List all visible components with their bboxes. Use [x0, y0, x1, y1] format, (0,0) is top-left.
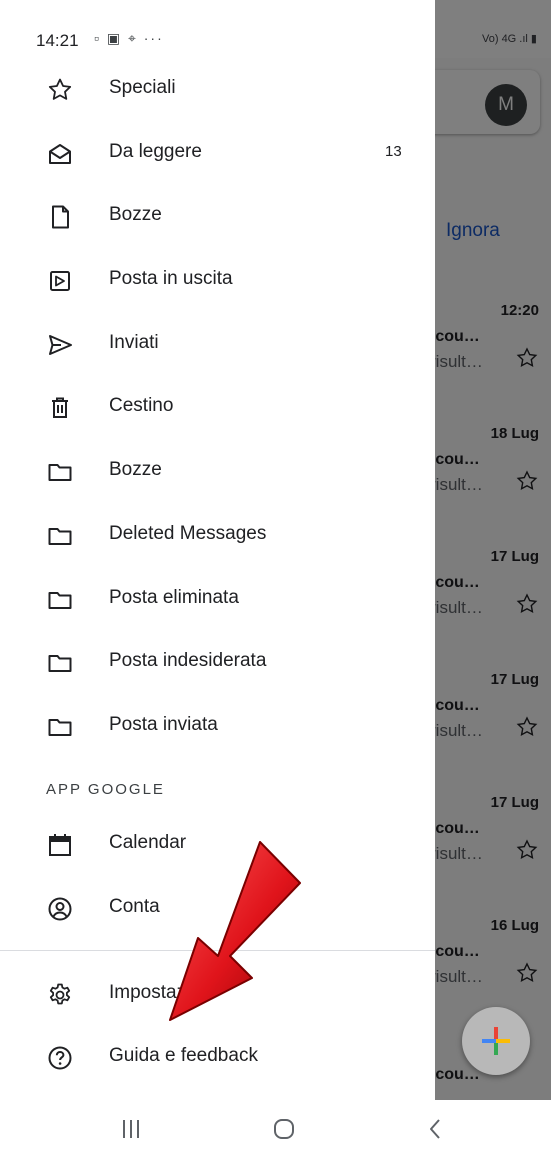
drawer-item-bozze[interactable]: Bozze: [0, 189, 435, 245]
drawer-item-label: Posta indesiderata: [109, 650, 267, 671]
contacts-icon: [46, 895, 74, 923]
red-arrow-icon: [169, 841, 301, 1021]
drawer-item-speciali[interactable]: Speciali: [0, 62, 435, 118]
calendar-icon: [46, 831, 74, 859]
drawer-item-inviati[interactable]: Inviati: [0, 317, 435, 373]
mail-open-icon: [46, 140, 74, 168]
signal-battery-icons: Vo) 4G .ıl ▮: [482, 33, 537, 45]
star-icon: [46, 76, 74, 104]
drawer-item-label: Inviati: [109, 332, 159, 353]
drawer-item-deleted-messages[interactable]: Deleted Messages: [0, 508, 435, 564]
notification-icons: ▫ ▣ ⌖ ···: [94, 30, 164, 46]
folder-icon: [46, 713, 74, 741]
drawer-item-label: Guida e feedback: [109, 1045, 258, 1066]
drawer-item-label: Posta in uscita: [109, 268, 233, 289]
unread-count: 13: [385, 143, 402, 160]
drawer-item-folder-bozze[interactable]: Bozze: [0, 444, 435, 500]
status-time: 14:21: [36, 31, 79, 50]
drawer-item-label: Posta eliminata: [109, 587, 239, 608]
send-icon: [46, 331, 74, 359]
drawer-item-posta-in-uscita[interactable]: Posta in uscita: [0, 253, 435, 309]
settings-icon: [46, 981, 74, 1009]
section-header-app-google: APP GOOGLE: [46, 781, 165, 798]
file-icon: [46, 203, 74, 231]
drawer-item-label: Conta: [109, 896, 160, 917]
trash-icon: [46, 394, 74, 422]
help-icon: [46, 1044, 74, 1072]
outbox-icon: [46, 267, 74, 295]
folder-icon: [46, 522, 74, 550]
drawer-item-label: Bozze: [109, 459, 162, 480]
drawer-item-label: Bozze: [109, 204, 162, 225]
drawer-item-label: Deleted Messages: [109, 523, 267, 544]
compose-button[interactable]: [462, 1007, 530, 1075]
system-navigation-bar: [0, 1100, 551, 1158]
folder-icon: [46, 458, 74, 486]
drawer-item-posta-indesiderata[interactable]: Posta indesiderata: [0, 635, 435, 691]
drawer-item-label: Cestino: [109, 395, 174, 416]
drawer-item-da-leggere[interactable]: Da leggere 13: [0, 126, 435, 182]
drawer-item-guida-e-feedback[interactable]: Guida e feedback: [0, 1030, 435, 1086]
folder-icon: [46, 649, 74, 677]
back-icon[interactable]: [428, 1117, 442, 1141]
recent-apps-icon[interactable]: [120, 1117, 142, 1141]
folder-icon: [46, 586, 74, 614]
drawer-item-label: Posta inviata: [109, 714, 218, 735]
drawer-item-cestino[interactable]: Cestino: [0, 380, 435, 436]
home-icon[interactable]: [273, 1118, 295, 1140]
status-bar: 14:21 ▫ ▣ ⌖ ··· Vo) 4G .ıl ▮: [0, 22, 551, 58]
drawer-item-posta-eliminata[interactable]: Posta eliminata: [0, 572, 435, 628]
drawer-item-posta-inviata[interactable]: Posta inviata: [0, 699, 435, 755]
plus-icon: [482, 1027, 510, 1055]
drawer-item-label: Da leggere: [109, 141, 202, 162]
drawer-item-label: Speciali: [109, 77, 176, 98]
